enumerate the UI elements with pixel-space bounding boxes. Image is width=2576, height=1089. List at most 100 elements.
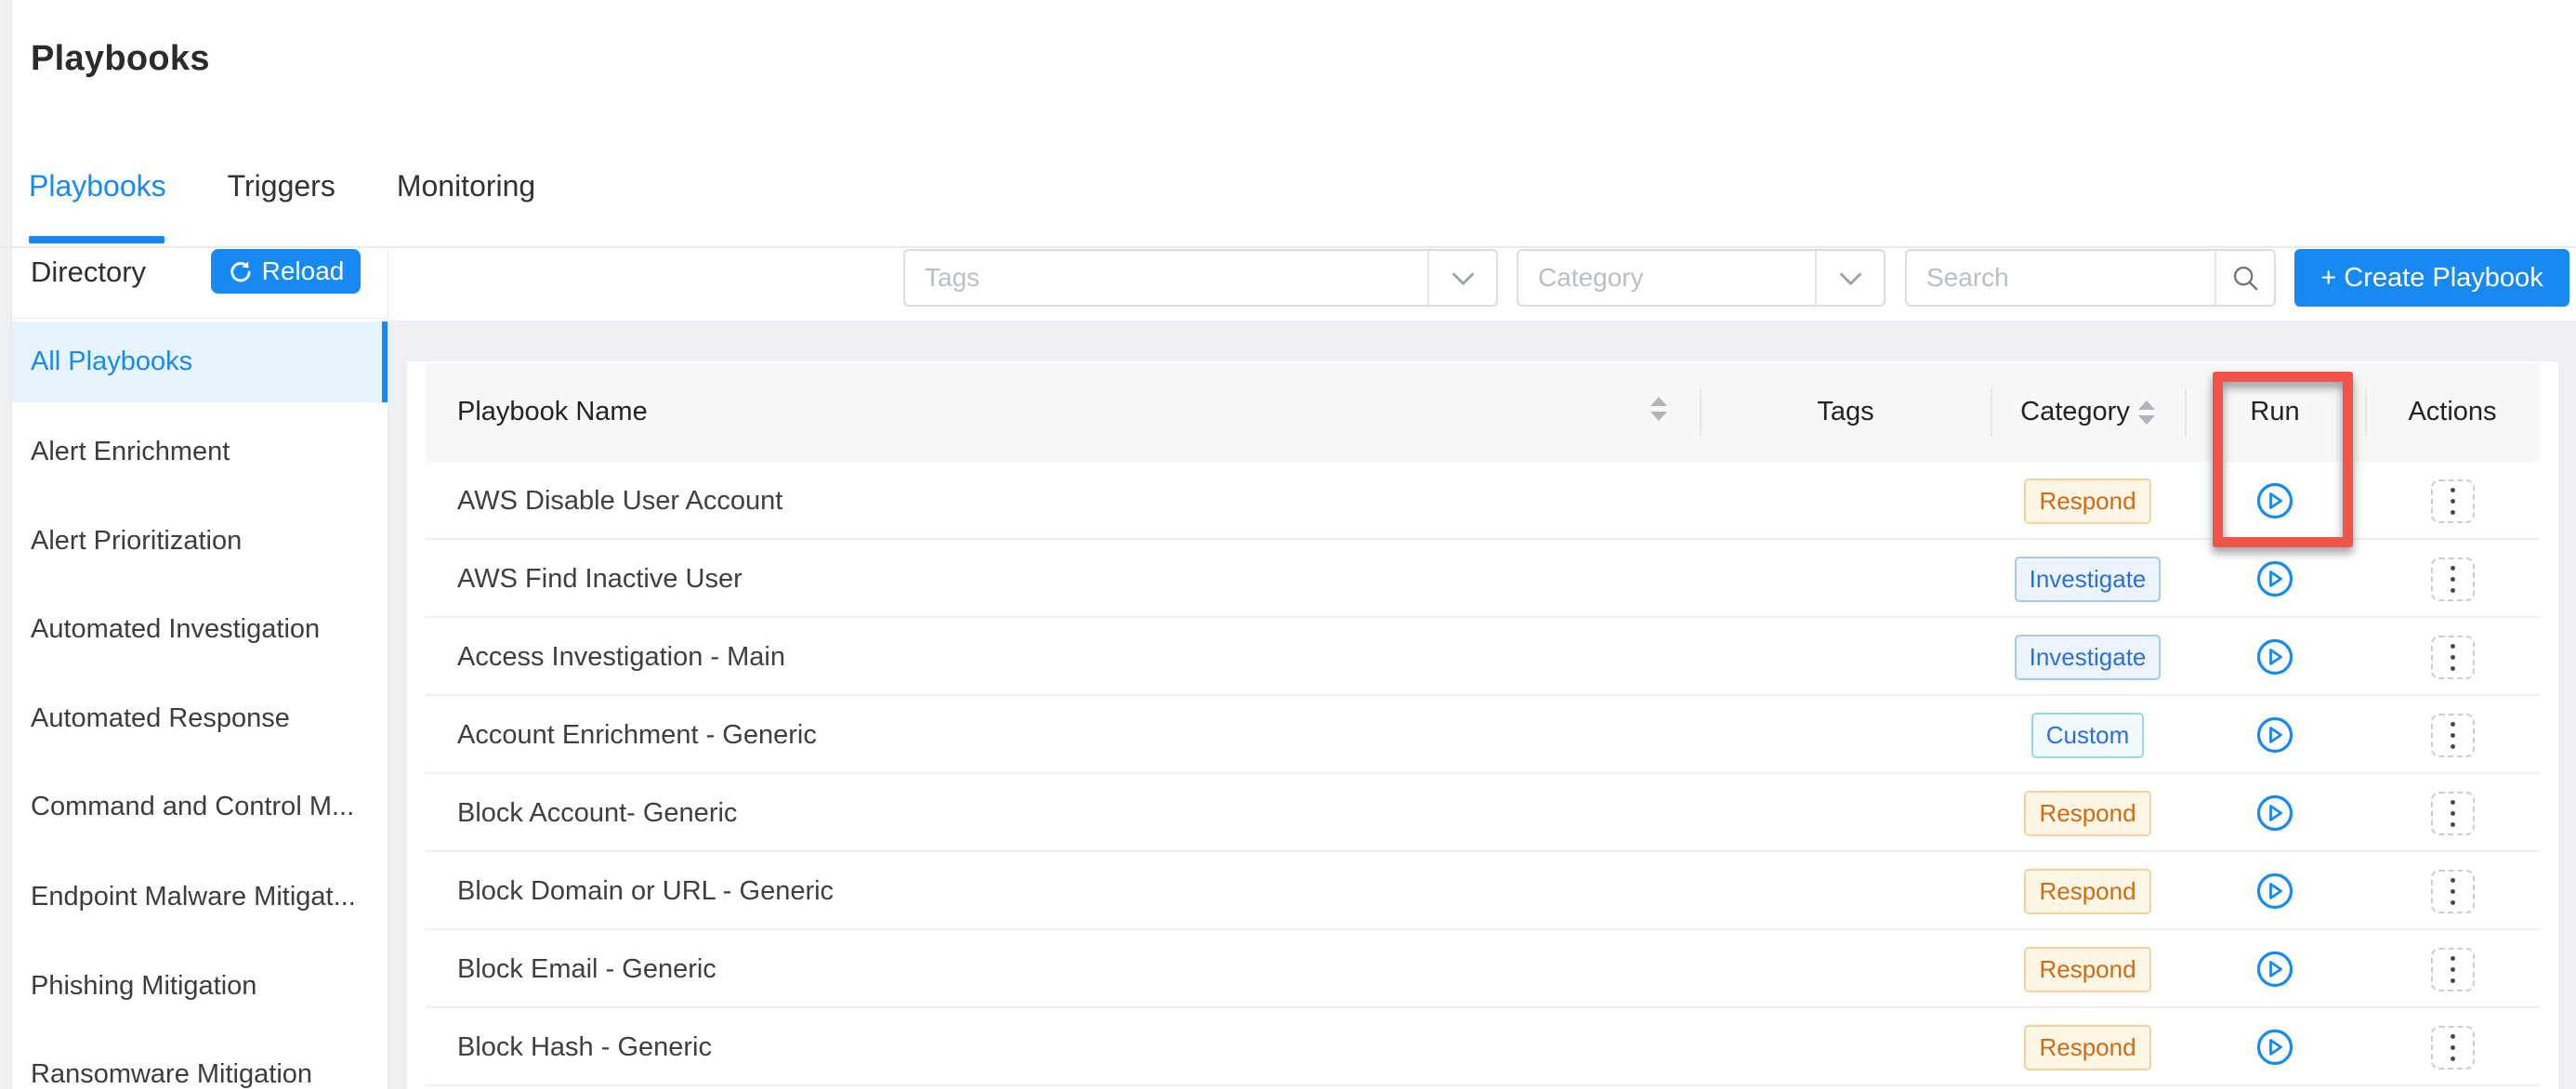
actions-kebab-button[interactable] [2431,636,2475,679]
category-cell: Respond [1991,852,2185,930]
sidebar-item-label: Endpoint Malware Mitigat... [31,882,356,912]
playbook-name: Block Hash - Generic [457,1008,712,1086]
column-header-actions: Actions [2365,362,2540,462]
run-play-button[interactable] [2255,715,2294,754]
play-icon [2255,559,2294,598]
actions-cell [2365,618,2540,696]
run-cell [2185,1008,2365,1086]
table-row[interactable]: AWS Find Inactive User Investigate [426,540,2540,618]
sort-icon-category[interactable] [2138,400,2155,425]
actions-kebab-button[interactable] [2431,714,2475,757]
chevron-down-icon [1839,263,1861,285]
actions-kebab-button[interactable] [2431,870,2475,913]
table-row[interactable]: Block Account- Generic Respond [426,774,2540,852]
category-badge: Respond [2024,479,2150,524]
table-row[interactable]: Block Hash - Generic Respond [426,1008,2540,1086]
column-header-playbook-name: Playbook Name [457,362,648,462]
play-icon [2255,1028,2294,1067]
run-play-button[interactable] [2255,872,2294,911]
tags-cell [1701,462,1991,540]
tab-monitoring[interactable]: Monitoring [397,169,535,203]
directory-sidebar: Directory Reload All Playbooks Alert Enr… [12,248,388,1089]
active-tab-underline [29,236,164,243]
tab-playbooks[interactable]: Playbooks [29,169,166,203]
play-icon [2255,872,2294,911]
actions-cell [2365,462,2540,540]
sidebar-item-label: Command and Control M... [31,792,354,822]
search-input[interactable] [1907,251,2215,305]
run-play-button[interactable] [2255,481,2294,520]
run-play-button[interactable] [2255,637,2294,676]
actions-cell [2365,540,2540,618]
sidebar-item-label: Automated Investigation [31,614,320,645]
sidebar-item-label: Alert Enrichment [31,437,230,467]
actions-cell [2365,930,2540,1008]
run-cell [2185,540,2365,618]
actions-kebab-button[interactable] [2431,792,2475,835]
category-badge: Respond [2024,791,2150,836]
sidebar-item-command-and-control[interactable]: Command and Control M... [12,779,388,834]
play-icon [2255,637,2294,676]
category-cell: Respond [1991,1008,2185,1086]
search-box [1905,249,2276,307]
table-row[interactable]: Access Investigation - Main Investigate [426,618,2540,696]
actions-cell [2365,696,2540,774]
run-cell [2185,774,2365,852]
actions-cell [2365,852,2540,930]
sidebar-item-alert-prioritization[interactable]: Alert Prioritization [12,513,388,569]
window-left-edge [0,0,12,1089]
sidebar-item-automated-investigation[interactable]: Automated Investigation [12,601,388,657]
reload-button[interactable]: Reload [211,249,361,294]
sidebar-item-automated-response[interactable]: Automated Response [12,690,388,746]
actions-kebab-button[interactable] [2431,558,2475,601]
category-filter-select[interactable]: Category [1517,249,1886,307]
tags-filter-dropdown-toggle[interactable] [1427,251,1496,305]
tags-cell [1701,852,1991,930]
actions-kebab-button[interactable] [2431,479,2475,523]
run-play-button[interactable] [2255,559,2294,598]
sort-icon-playbook-name[interactable] [1650,397,1667,421]
category-filter-placeholder: Category [1518,263,1815,293]
table-row[interactable]: Account Enrichment - Generic Custom [426,696,2540,774]
category-filter-dropdown-toggle[interactable] [1815,251,1884,305]
reload-label: Reload [262,256,345,286]
table-row[interactable]: Block Email - Generic Respond [426,930,2540,1008]
category-cell: Respond [1991,462,2185,540]
category-badge: Respond [2024,869,2150,914]
actions-cell [2365,774,2540,852]
tab-triggers[interactable]: Triggers [228,169,335,203]
table-row[interactable]: AWS Disable User Account Respond [426,462,2540,540]
table-row[interactable]: Block Domain or URL - Generic Respond [426,852,2540,930]
tags-cell [1701,930,1991,1008]
create-playbook-button[interactable]: + Create Playbook [2294,249,2569,307]
actions-kebab-button[interactable] [2431,1026,2475,1069]
category-badge: Respond [2024,1025,2150,1070]
play-icon [2255,715,2294,754]
tags-filter-select[interactable]: Tags [903,249,1498,307]
category-badge: Respond [2024,947,2150,992]
category-cell: Investigate [1991,540,2185,618]
sidebar-item-ransomware-mitigation[interactable]: Ransomware Mitigation [12,1046,388,1089]
search-icon [2230,263,2261,294]
playbook-name: Block Domain or URL - Generic [457,852,834,930]
category-badge: Custom [2031,713,2145,758]
actions-kebab-button[interactable] [2431,948,2475,991]
playbook-name: Block Account- Generic [457,774,737,852]
run-cell [2185,696,2365,774]
search-submit[interactable] [2215,251,2274,305]
sidebar-item-endpoint-malware[interactable]: Endpoint Malware Mitigat... [12,869,388,925]
run-play-button[interactable] [2255,794,2294,833]
tags-cell [1701,618,1991,696]
table-header: Playbook Name Tags Category Run Actions [426,362,2540,462]
tab-bar: Playbooks Triggers Monitoring [29,169,535,203]
run-play-button[interactable] [2255,1028,2294,1067]
category-cell: Custom [1991,696,2185,774]
run-play-button[interactable] [2255,950,2294,989]
category-cell: Respond [1991,774,2185,852]
playbook-name: Access Investigation - Main [457,618,785,696]
sidebar-item-alert-enrichment[interactable]: Alert Enrichment [12,424,388,479]
playbook-name: AWS Find Inactive User [457,540,743,618]
column-header-category: Category [1991,362,2185,462]
sidebar-item-all-playbooks[interactable]: All Playbooks [12,321,388,402]
sidebar-item-phishing-mitigation[interactable]: Phishing Mitigation [12,958,388,1014]
